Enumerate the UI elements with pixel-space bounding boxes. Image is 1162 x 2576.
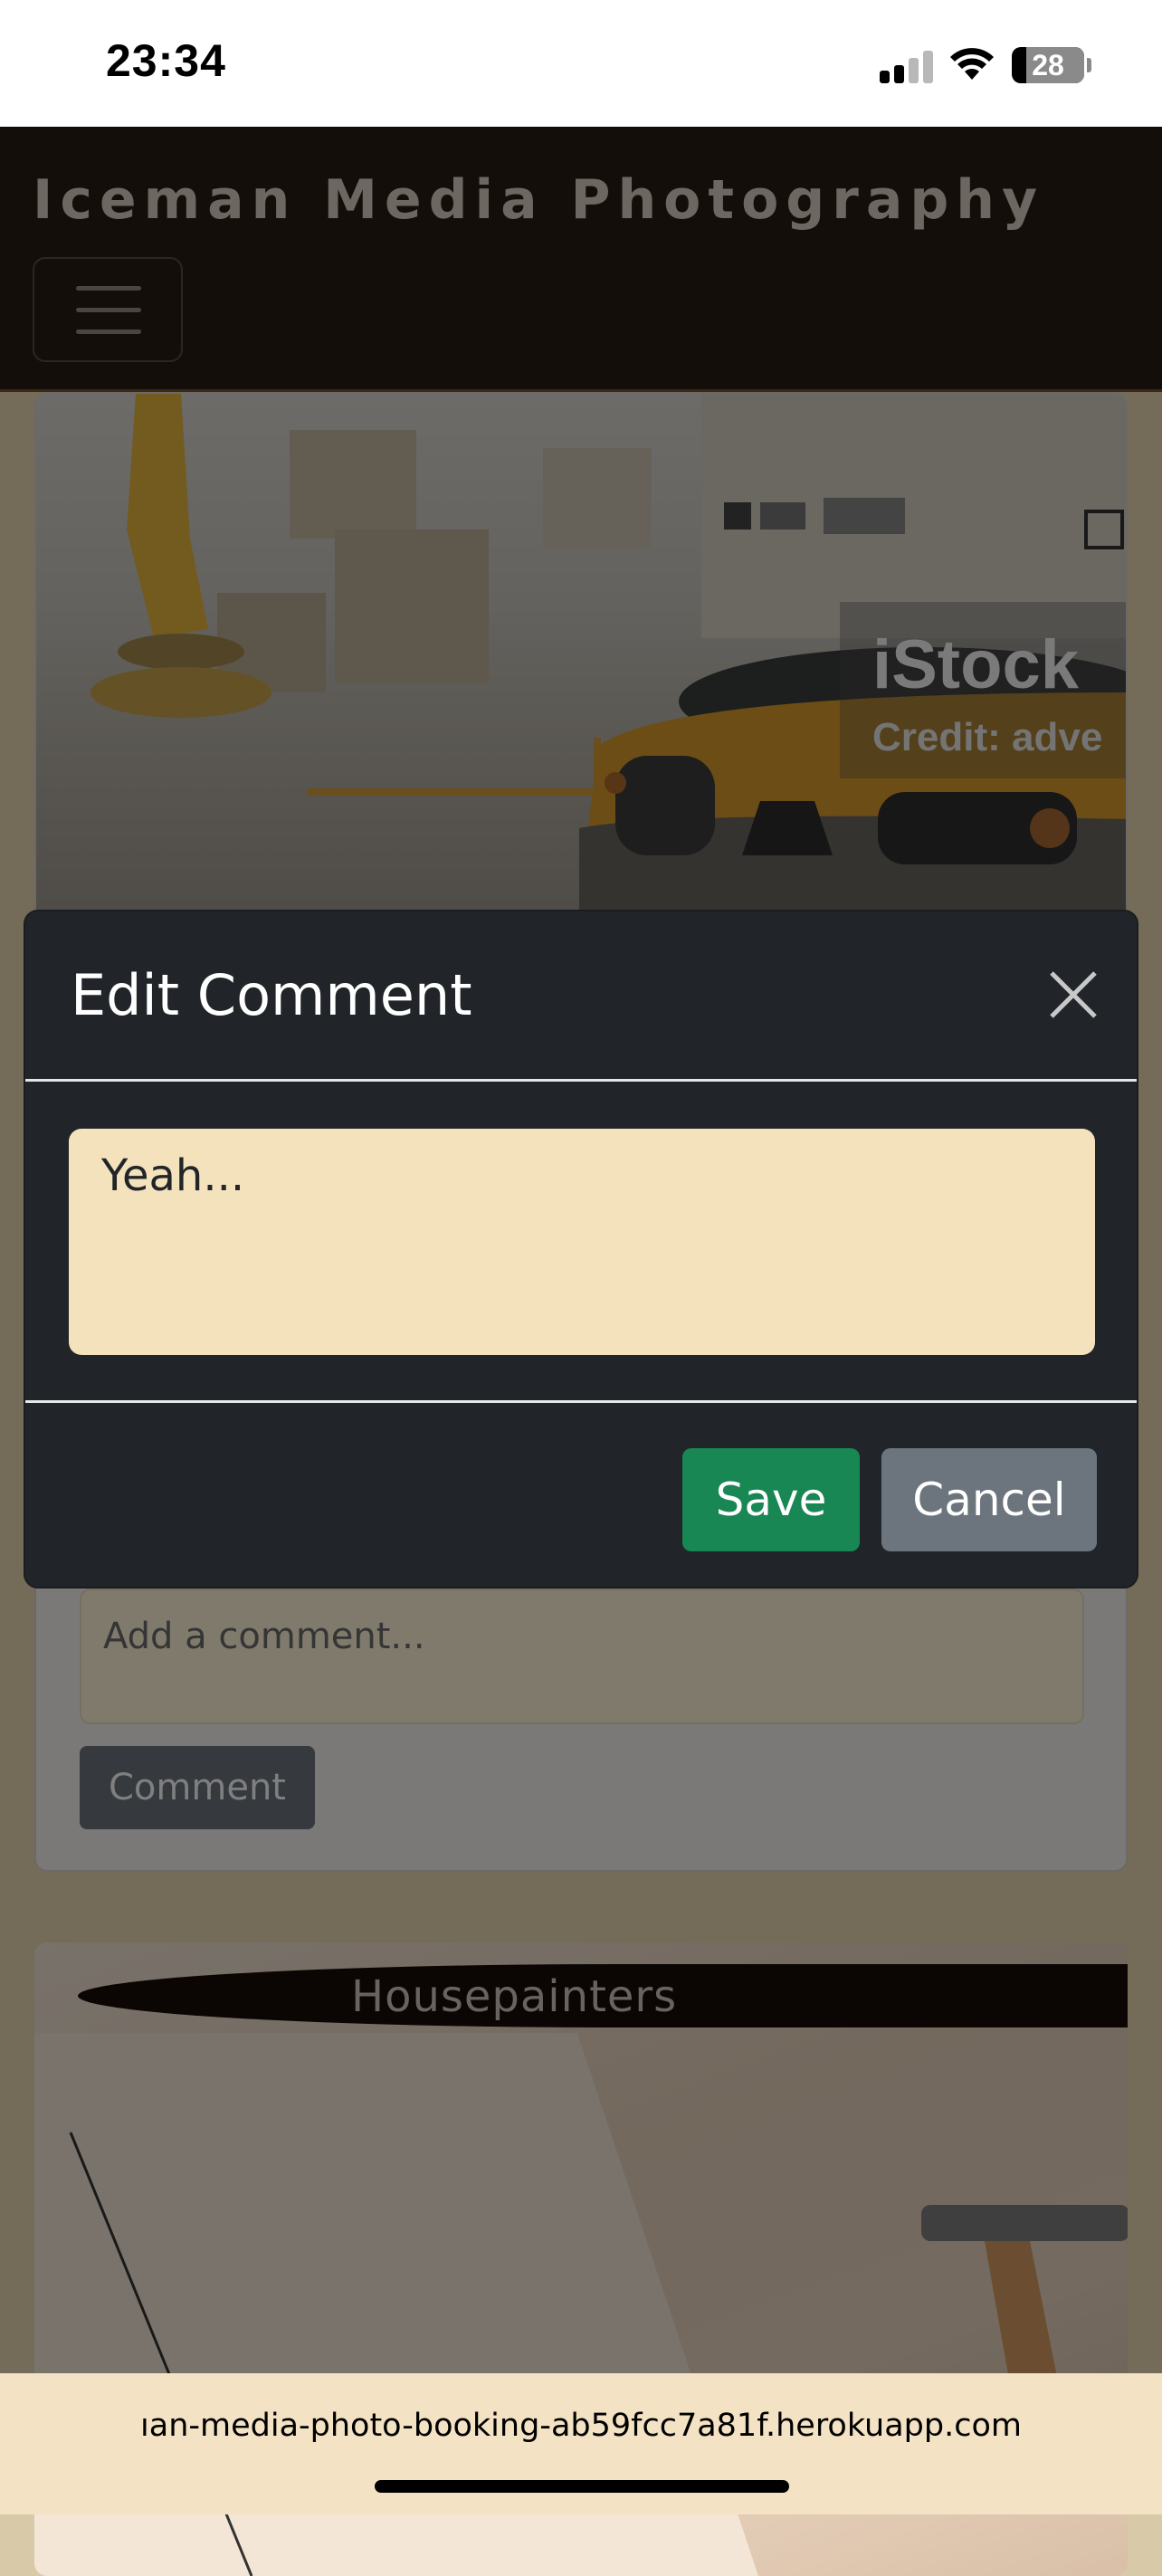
status-time: 23:34 bbox=[106, 35, 226, 86]
navbar: Iceman Media Photography bbox=[0, 127, 1162, 392]
status-bar: 23:34 28 bbox=[0, 0, 1162, 127]
hamburger-menu-icon bbox=[76, 286, 141, 291]
edit-comment-modal: Edit Comment Yeah... Save Cancel bbox=[24, 910, 1138, 1589]
save-button[interactable]: Save bbox=[682, 1448, 860, 1551]
url-text[interactable]: ıan-media-photo-booking-ab59fcc7a81f.her… bbox=[0, 2408, 1162, 2444]
brand-title[interactable]: Iceman Media Photography bbox=[33, 168, 1044, 232]
battery-level: 28 bbox=[1032, 49, 1064, 81]
browser-url-bar[interactable]: ıan-media-photo-booking-ab59fcc7a81f.her… bbox=[0, 2373, 1162, 2514]
edit-comment-textarea[interactable]: Yeah... bbox=[69, 1129, 1095, 1355]
modal-body: Yeah... bbox=[25, 1082, 1137, 1404]
cellular-signal-icon bbox=[880, 51, 934, 83]
hamburger-menu-button[interactable] bbox=[33, 257, 183, 362]
battery-icon: 28 bbox=[1012, 47, 1084, 83]
modal-title: Edit Comment bbox=[71, 962, 472, 1028]
modal-footer: Save Cancel bbox=[25, 1400, 1137, 1590]
close-icon[interactable] bbox=[1048, 969, 1099, 1020]
battery-tip bbox=[1087, 58, 1091, 72]
wifi-icon bbox=[950, 48, 994, 80]
cancel-button[interactable]: Cancel bbox=[881, 1448, 1097, 1551]
home-indicator[interactable] bbox=[375, 2480, 789, 2493]
modal-header: Edit Comment bbox=[25, 911, 1137, 1082]
